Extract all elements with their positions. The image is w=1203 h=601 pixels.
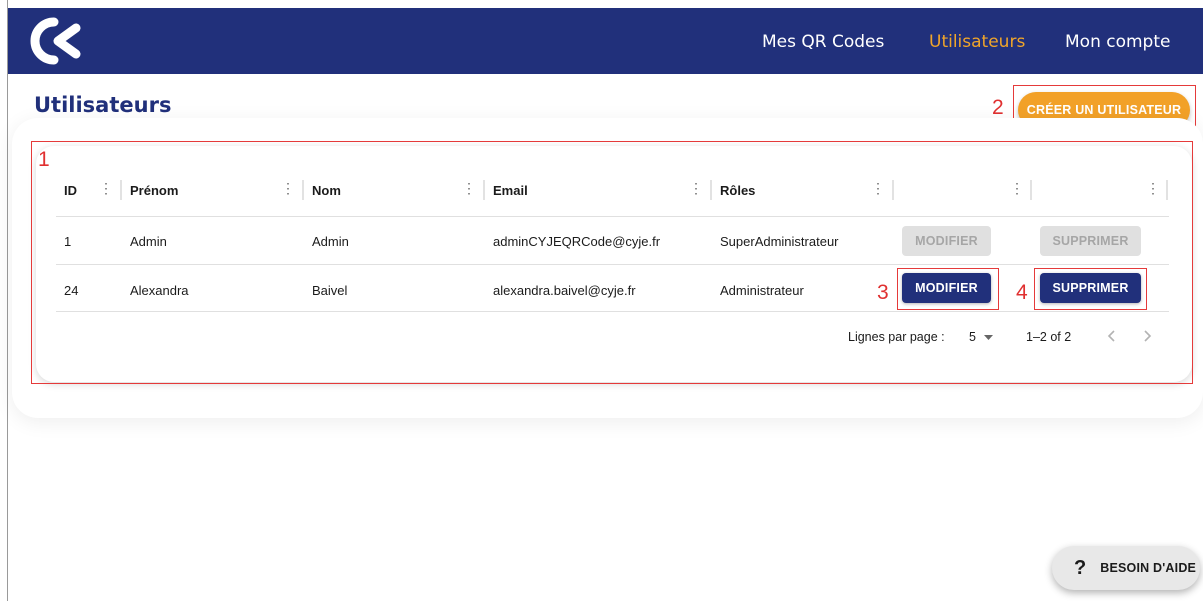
delete-button-disabled[interactable]: SUPPRIMER — [1040, 226, 1141, 256]
cell-role: SuperAdministrateur — [720, 234, 839, 249]
column-header-roles[interactable]: Rôles — [720, 183, 755, 198]
column-separator[interactable] — [892, 180, 894, 200]
annotation-number-3: 3 — [877, 281, 889, 304]
chevron-left-icon[interactable] — [1107, 329, 1117, 343]
cell-id: 1 — [64, 234, 72, 249]
column-menu-icon[interactable]: ⋮ — [281, 180, 295, 196]
column-header-email[interactable]: Email — [493, 183, 528, 198]
rows-per-page-value: 5 — [969, 330, 976, 344]
question-icon: ? — [1074, 556, 1087, 579]
nav-link-account[interactable]: Mon compte — [1065, 32, 1170, 52]
cell-first-name: Admin — [130, 234, 167, 249]
page-border — [7, 0, 8, 601]
column-separator[interactable] — [120, 180, 122, 200]
annotation-number-1: 1 — [38, 148, 50, 171]
column-menu-icon[interactable]: ⋮ — [99, 180, 113, 196]
row-divider — [56, 311, 1169, 312]
annotation-box-1 — [31, 141, 1193, 384]
column-header-last-name[interactable]: Nom — [312, 183, 341, 198]
edit-button-disabled[interactable]: MODIFIER — [902, 226, 991, 256]
caret-down-icon — [984, 335, 993, 340]
delete-button[interactable]: SUPPRIMER — [1040, 273, 1141, 303]
annotation-number-2: 2 — [992, 96, 1004, 119]
column-separator[interactable] — [302, 180, 304, 200]
top-navbar: Mes QR Codes Utilisateurs Mon compte — [8, 8, 1203, 74]
cell-email: adminCYJEQRCode@cyje.fr — [493, 234, 661, 249]
column-menu-icon[interactable]: ⋮ — [689, 180, 703, 196]
column-separator[interactable] — [710, 180, 712, 200]
column-separator[interactable] — [1030, 180, 1032, 200]
rows-per-page-label: Lignes par page : — [848, 330, 945, 344]
help-button[interactable]: ? BESOIN D'AIDE — [1052, 546, 1200, 590]
rows-per-page-select[interactable]: 5 — [966, 328, 998, 346]
column-menu-icon[interactable]: ⋮ — [1010, 180, 1024, 196]
cell-id: 24 — [64, 283, 79, 298]
cell-first-name: Alexandra — [130, 283, 189, 298]
cell-last-name: Admin — [312, 234, 349, 249]
column-header-id[interactable]: ID — [64, 183, 77, 198]
column-header-first-name[interactable]: Prénom — [130, 183, 178, 198]
cyje-logo[interactable] — [24, 16, 82, 66]
cell-email: alexandra.baivel@cyje.fr — [493, 283, 636, 298]
edit-button[interactable]: MODIFIER — [902, 273, 991, 303]
help-button-label: BESOIN D'AIDE — [1100, 561, 1197, 575]
pagination-range: 1–2 of 2 — [1026, 330, 1072, 344]
column-menu-icon[interactable]: ⋮ — [1146, 180, 1160, 196]
column-separator[interactable] — [483, 180, 485, 200]
header-divider — [56, 216, 1169, 217]
page-title: Utilisateurs — [34, 93, 172, 117]
chevron-right-icon[interactable] — [1142, 329, 1152, 343]
column-menu-icon[interactable]: ⋮ — [462, 180, 476, 196]
row-divider — [56, 264, 1169, 265]
column-separator[interactable] — [1166, 180, 1168, 200]
cell-last-name: Baivel — [312, 283, 348, 298]
nav-link-users[interactable]: Utilisateurs — [929, 32, 1025, 52]
nav-link-qr-codes[interactable]: Mes QR Codes — [762, 32, 884, 52]
annotation-number-4: 4 — [1016, 281, 1028, 304]
cell-role: Administrateur — [720, 283, 804, 298]
column-menu-icon[interactable]: ⋮ — [871, 180, 885, 196]
